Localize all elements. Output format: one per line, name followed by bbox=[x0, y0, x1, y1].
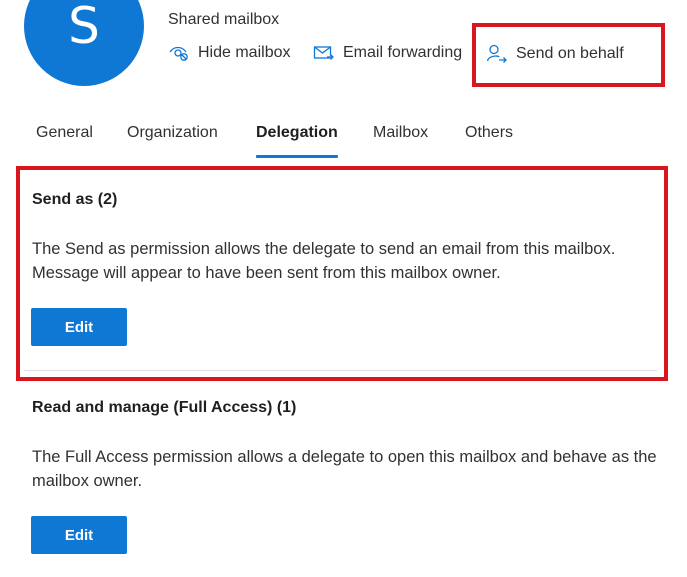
hide-mailbox-button[interactable]: Hide mailbox bbox=[168, 44, 290, 62]
avatar: S bbox=[24, 0, 144, 86]
tab-general[interactable]: General bbox=[36, 122, 93, 159]
tab-organization[interactable]: Organization bbox=[127, 122, 218, 159]
hide-mailbox-label: Hide mailbox bbox=[198, 44, 291, 61]
email-forwarding-label: Email forwarding bbox=[343, 44, 463, 61]
avatar-letter: S bbox=[68, 0, 100, 55]
tab-delegation[interactable]: Delegation bbox=[256, 122, 338, 159]
mailbox-type-label: Shared mailbox bbox=[168, 11, 280, 28]
full-access-title: Read and manage (Full Access) (1) bbox=[32, 399, 297, 416]
full-access-edit-button[interactable]: Edit bbox=[31, 516, 127, 554]
send-as-highlight bbox=[16, 166, 668, 381]
mail-forward-icon bbox=[313, 44, 335, 62]
full-access-description: The Full Access permission allows a dele… bbox=[32, 448, 657, 490]
eye-hide-icon bbox=[168, 44, 190, 62]
tab-mailbox[interactable]: Mailbox bbox=[373, 122, 428, 159]
email-forwarding-button[interactable]: Email forwarding bbox=[313, 44, 462, 62]
tab-others[interactable]: Others bbox=[465, 122, 513, 159]
send-on-behalf-highlight bbox=[472, 23, 665, 87]
